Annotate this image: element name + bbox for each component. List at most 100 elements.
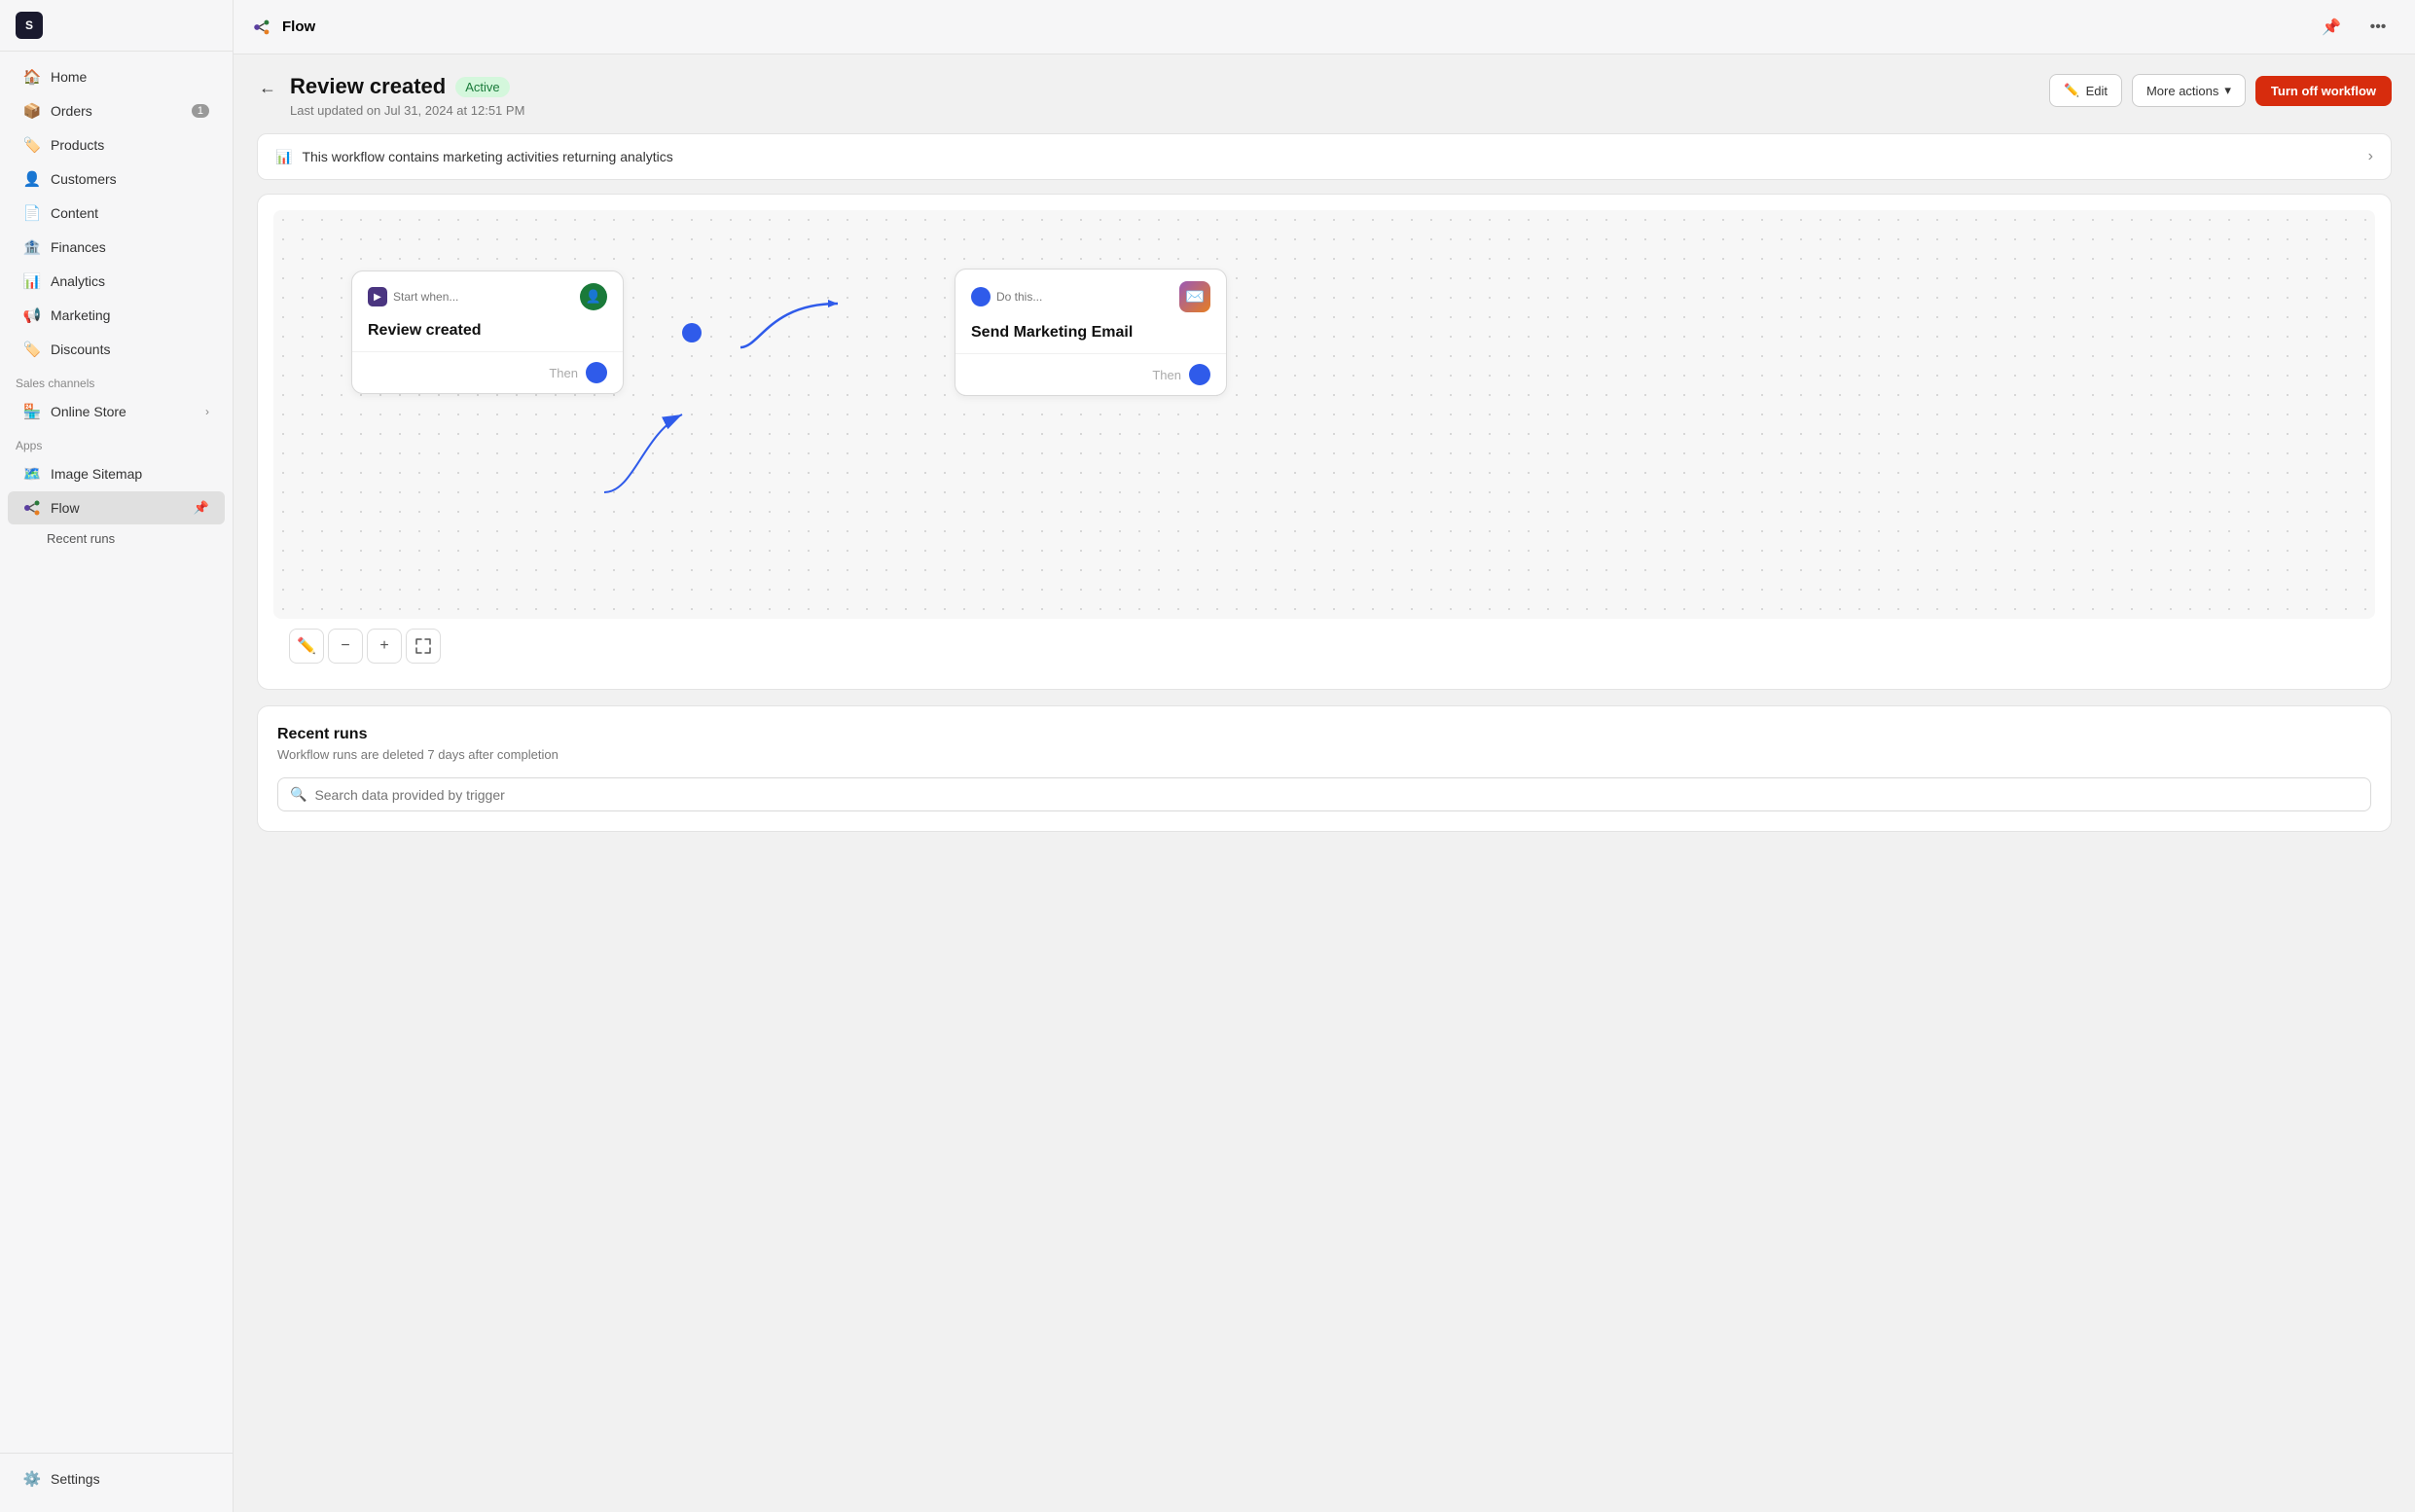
- more-actions-button[interactable]: More actions ▾: [2132, 74, 2246, 107]
- apps-label: Apps: [0, 429, 233, 456]
- sidebar-item-orders[interactable]: 📦 Orders 1: [8, 94, 225, 127]
- search-input[interactable]: [314, 787, 2359, 803]
- canvas-pencil-button[interactable]: ✏️: [289, 629, 324, 664]
- sidebar-nav: 🏠 Home 📦 Orders 1 🏷️ Products 👤 Customer…: [0, 52, 233, 1453]
- sidebar-item-image-sitemap[interactable]: 🗺️ Image Sitemap: [8, 457, 225, 490]
- content-area: ← Review created Active Last updated on …: [234, 54, 2415, 1512]
- sidebar-item-label: Analytics: [51, 273, 105, 289]
- chevron-right-icon: ›: [205, 405, 209, 418]
- settings-icon: ⚙️: [23, 1470, 41, 1488]
- canvas-fullscreen-button[interactable]: [406, 629, 441, 664]
- back-button[interactable]: ←: [257, 76, 278, 100]
- action-node-footer: Then: [955, 353, 1226, 395]
- connector-area: [740, 294, 838, 372]
- info-banner[interactable]: 📊 This workflow contains marketing activ…: [257, 133, 2392, 180]
- customers-icon: 👤: [23, 170, 41, 188]
- more-menu-button[interactable]: •••: [2361, 10, 2396, 45]
- sidebar-item-label: Flow: [51, 500, 80, 516]
- sidebar-item-flow[interactable]: Flow 📌: [8, 491, 225, 524]
- recent-runs-section: Recent runs Workflow runs are deleted 7 …: [257, 705, 2392, 832]
- trigger-then-dot: [586, 362, 607, 383]
- products-icon: 🏷️: [23, 136, 41, 154]
- recent-runs-title: Recent runs: [277, 726, 2371, 743]
- trigger-node[interactable]: ▶ Start when... 👤 Review created Then: [351, 270, 624, 394]
- sidebar-item-label: Image Sitemap: [51, 466, 142, 482]
- flow-canvas-wrapper: ▶ Start when... 👤 Review created Then: [257, 194, 2392, 690]
- sidebar-item-label: Orders: [51, 103, 92, 119]
- trigger-node-title: Review created: [352, 318, 623, 351]
- sidebar-item-content[interactable]: 📄 Content: [8, 197, 225, 230]
- sidebar-item-label: Discounts: [51, 342, 110, 357]
- sidebar-item-settings[interactable]: ⚙️ Settings: [8, 1462, 225, 1495]
- search-icon: 🔍: [290, 786, 306, 803]
- sidebar-item-discounts[interactable]: 🏷️ Discounts: [8, 333, 225, 366]
- marketing-icon: 📢: [23, 306, 41, 324]
- sidebar-logo: S: [16, 12, 43, 39]
- sidebar-item-finances[interactable]: 🏦 Finances: [8, 231, 225, 264]
- action-then-dot: [1189, 364, 1210, 385]
- sidebar-item-label: Customers: [51, 171, 117, 187]
- sidebar-item-label: Home: [51, 69, 87, 85]
- action-node[interactable]: Do this... ✉️ Send Marketing Email Then: [955, 269, 1227, 396]
- sidebar-item-home[interactable]: 🏠 Home: [8, 60, 225, 93]
- topbar-flow-icon: [253, 18, 270, 36]
- canvas-toolbar: ✏️ − +: [273, 619, 2375, 673]
- action-dot: [971, 287, 991, 306]
- analytics-banner-icon: 📊: [275, 149, 292, 165]
- status-badge: Active: [455, 77, 509, 97]
- info-banner-text: This workflow contains marketing activit…: [302, 149, 672, 164]
- trigger-play-icon: ▶: [368, 287, 387, 306]
- sales-channels-label: Sales channels: [0, 367, 233, 394]
- turn-off-workflow-button[interactable]: Turn off workflow: [2255, 76, 2392, 106]
- trigger-user-icon: 👤: [580, 283, 607, 310]
- discounts-icon: 🏷️: [23, 341, 41, 358]
- flow-canvas: ▶ Start when... 👤 Review created Then: [273, 210, 2375, 619]
- topbar-title: Flow: [282, 18, 315, 35]
- sidebar-item-label: Online Store: [51, 404, 126, 419]
- home-icon: 🏠: [23, 68, 41, 86]
- main-area: Flow 📌 ••• ← Review created Active Last …: [234, 0, 2415, 1512]
- chevron-down-icon: ▾: [2224, 83, 2231, 98]
- recent-runs-label: Recent runs: [47, 531, 115, 546]
- page-header-actions: ✏️ Edit More actions ▾ Turn off workflow: [2049, 74, 2392, 107]
- trigger-node-label: ▶ Start when...: [368, 287, 458, 306]
- connector-dot: [682, 323, 702, 342]
- last-updated: Last updated on Jul 31, 2024 at 12:51 PM: [290, 103, 524, 118]
- sidebar-item-analytics[interactable]: 📊 Analytics: [8, 265, 225, 298]
- sidebar-item-label: Settings: [51, 1471, 100, 1487]
- edit-button[interactable]: ✏️ Edit: [2049, 74, 2122, 107]
- pin-button[interactable]: 📌: [2314, 10, 2349, 45]
- sidebar-item-label: Finances: [51, 239, 106, 255]
- page-header: ← Review created Active Last updated on …: [257, 74, 2392, 118]
- fullscreen-icon: [415, 638, 431, 654]
- flow-pin-icon: 📌: [194, 500, 209, 516]
- sidebar-item-label: Marketing: [51, 307, 110, 323]
- sidebar-subitem-recent-runs[interactable]: Recent runs: [8, 525, 225, 552]
- sidebar-item-marketing[interactable]: 📢 Marketing: [8, 299, 225, 332]
- content-icon: 📄: [23, 204, 41, 222]
- recent-runs-subtitle: Workflow runs are deleted 7 days after c…: [277, 747, 2371, 762]
- sidebar-item-products[interactable]: 🏷️ Products: [8, 128, 225, 162]
- edit-icon: ✏️: [2064, 83, 2079, 98]
- orders-badge: 1: [192, 104, 209, 118]
- online-store-icon: 🏪: [23, 403, 41, 420]
- page-title: Review created: [290, 74, 446, 99]
- finances-icon: 🏦: [23, 238, 41, 256]
- trigger-node-footer: Then: [352, 351, 623, 393]
- sidebar-item-customers[interactable]: 👤 Customers: [8, 162, 225, 196]
- sidebar-item-online-store[interactable]: 🏪 Online Store ›: [8, 395, 225, 428]
- canvas-zoom-out-button[interactable]: −: [328, 629, 363, 664]
- topbar: Flow 📌 •••: [234, 0, 2415, 54]
- connector-curve-svg: [740, 294, 838, 372]
- canvas-zoom-in-button[interactable]: +: [367, 629, 402, 664]
- sidebar-header: S: [0, 0, 233, 52]
- chevron-right-icon: ›: [2368, 148, 2373, 165]
- flow-nodes-container: ▶ Start when... 👤 Review created Then: [273, 210, 2375, 454]
- sidebar-bottom: ⚙️ Settings: [0, 1453, 233, 1512]
- email-icon-badge: ✉️: [1179, 281, 1210, 312]
- flow-icon: [23, 499, 41, 517]
- action-node-label: Do this...: [971, 287, 1042, 306]
- orders-icon: 📦: [23, 102, 41, 120]
- image-sitemap-icon: 🗺️: [23, 465, 41, 483]
- sidebar-item-label: Products: [51, 137, 104, 153]
